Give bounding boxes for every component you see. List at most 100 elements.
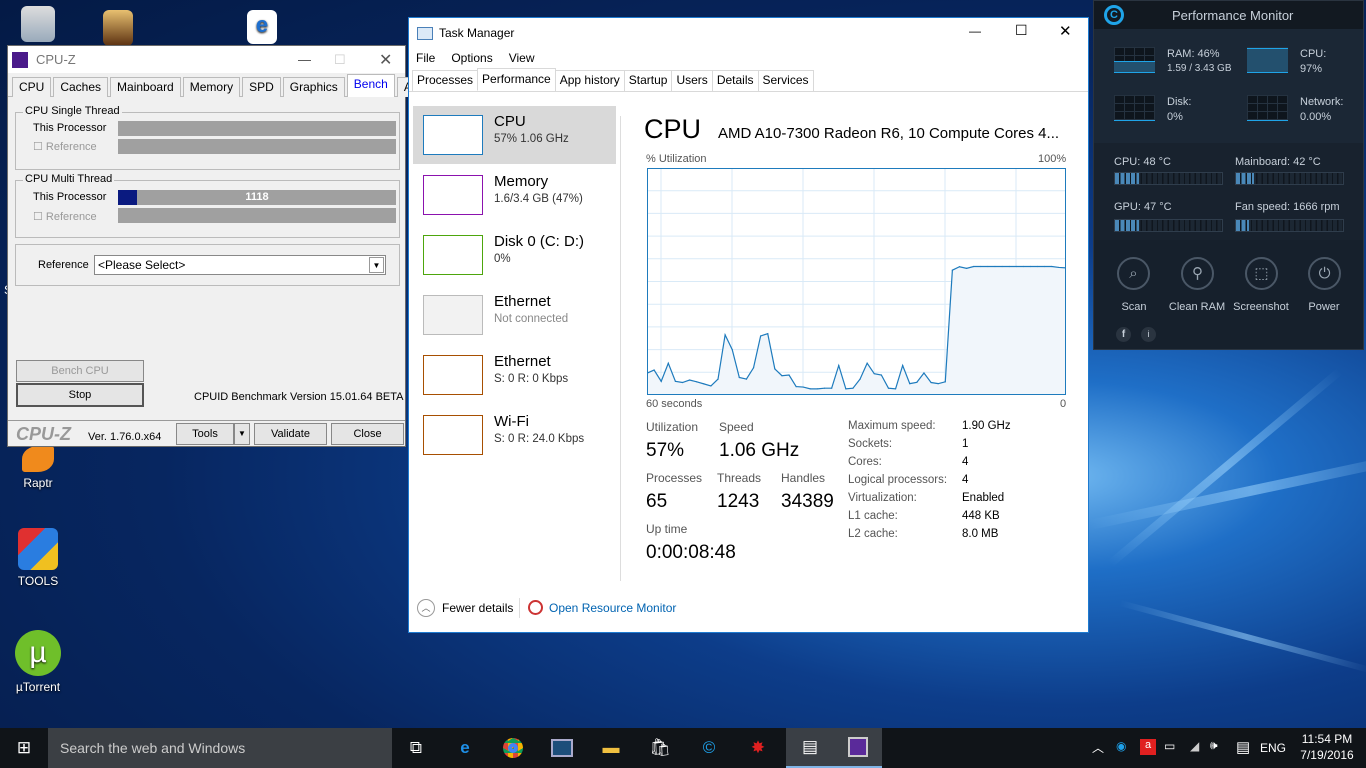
resource-item-ethernet[interactable]: Ethernet S: 0 R: 0 Kbps	[413, 346, 616, 404]
open-resource-monitor-link[interactable]: Open Resource Monitor	[549, 601, 676, 615]
facebook-icon[interactable]: f	[1116, 327, 1131, 342]
tab-app-history[interactable]: App history	[554, 70, 625, 91]
chevron-up-icon[interactable]: ︿	[417, 599, 435, 617]
close-button[interactable]: ✕	[379, 50, 392, 70]
tab-memory[interactable]: Memory	[182, 77, 241, 97]
language-indicator[interactable]: ENG	[1260, 741, 1286, 755]
data-point	[937, 383, 939, 385]
scan-button[interactable]: Scan	[1099, 301, 1169, 313]
tab-details[interactable]: Details	[711, 70, 759, 91]
data-point	[980, 265, 982, 268]
spec-label: Virtualization:	[848, 492, 917, 504]
show-hidden-icons-chevron[interactable]: ︿	[1092, 739, 1104, 756]
volume-icon[interactable]: 🕪	[1210, 738, 1218, 753]
reference-checkbox[interactable]: ☐ Reference	[33, 140, 97, 153]
resource-item-cpu[interactable]: CPU 57% 1.06 GHz	[413, 106, 616, 164]
tools-folder-icon[interactable]: TOOLS	[0, 528, 76, 588]
tab-spd[interactable]: SPD	[242, 77, 281, 97]
scan-icon[interactable]: ⌕	[1117, 257, 1150, 290]
resource-name: Ethernet	[494, 293, 551, 310]
data-point	[873, 373, 875, 375]
resource-item-memory[interactable]: Memory 1.6/3.4 GB (47%)	[413, 166, 616, 224]
cpuz-titlebar[interactable]: CPU-Z — ☐ ✕	[8, 46, 405, 73]
data-point	[958, 266, 961, 268]
data-point	[831, 387, 833, 389]
validate-button[interactable]: Validate	[254, 423, 327, 445]
single-thread-group: CPU Single Thread This Processor ☐ Refer…	[15, 105, 400, 170]
tab-caches[interactable]: Caches	[53, 77, 109, 97]
resource-item-wi-fi[interactable]: Wi-Fi S: 0 R: 24.0 Kbps	[413, 406, 616, 464]
clean-ram-button[interactable]: Clean RAM	[1162, 301, 1232, 313]
task-manager-taskbar-icon[interactable]: ▤	[786, 728, 834, 768]
broom-icon[interactable]: ⚲	[1181, 257, 1214, 290]
multi-this-bar: 1118	[118, 190, 396, 205]
data-point	[1058, 266, 1060, 269]
tab-mainboard[interactable]: Mainboard	[110, 77, 181, 97]
screenshot-button[interactable]: Screenshot	[1226, 301, 1296, 313]
menu-bar: File Options View	[409, 48, 1088, 68]
tab-bench[interactable]: Bench	[346, 74, 395, 97]
media-app-icon[interactable]	[538, 728, 586, 768]
task-view-icon[interactable]: ⧉	[392, 728, 440, 768]
spec-label: L2 cache:	[848, 528, 898, 540]
tab-users[interactable]: Users	[671, 70, 713, 91]
raptr-icon[interactable]: Raptr	[0, 446, 76, 490]
tab-processes[interactable]: Processes	[412, 70, 479, 91]
close-button[interactable]: ✕	[1059, 22, 1072, 40]
utorrent-icon[interactable]: µ µTorrent	[0, 630, 76, 694]
reference-select[interactable]: <Please Select> ▼	[94, 255, 386, 275]
menu-view[interactable]: View	[509, 51, 535, 65]
resource-item-ethernet[interactable]: Ethernet Not connected	[413, 286, 616, 344]
power-icon[interactable]: ⏻	[1308, 257, 1341, 290]
resource-item-disk-0-c-d-[interactable]: Disk 0 (C: D:) 0%	[413, 226, 616, 284]
chevron-down-icon: ▼	[369, 257, 384, 273]
desktop-icon-label: TOOLS	[17, 574, 59, 588]
fewer-details-link[interactable]: Fewer details	[442, 601, 513, 615]
maximize-button[interactable]: ☐	[1015, 22, 1028, 39]
info-icon[interactable]: i	[1141, 327, 1156, 342]
minimize-button[interactable]: —	[969, 24, 981, 38]
stop-button[interactable]: Stop	[16, 383, 144, 407]
tab-graphics[interactable]: Graphics	[282, 77, 345, 97]
pm-titlebar[interactable]: C Performance Monitor	[1094, 1, 1363, 29]
recycle-bin-icon[interactable]	[0, 6, 76, 46]
avira-icon[interactable]: a	[1140, 739, 1156, 755]
tools-dropdown-icon[interactable]: ▼	[234, 423, 250, 445]
action-center-icon[interactable]: ▤	[1236, 738, 1250, 756]
ccleaner-icon[interactable]: ©	[685, 728, 733, 768]
cpu-label: CPU:	[1300, 48, 1327, 60]
ccleaner-tray-icon[interactable]: ◉	[1116, 739, 1126, 753]
menu-file[interactable]: File	[416, 51, 435, 65]
wifi-icon[interactable]: ◢	[1190, 739, 1199, 753]
tab-cpu[interactable]: CPU	[12, 77, 52, 97]
close-cpuz-button[interactable]: Close	[331, 423, 404, 445]
picture-file-icon[interactable]	[80, 10, 156, 50]
power-button[interactable]: Power	[1289, 301, 1359, 313]
reference-checkbox[interactable]: ☐ Reference	[33, 210, 97, 223]
tab-startup[interactable]: Startup	[623, 70, 673, 91]
tm-titlebar[interactable]: Task Manager — ☐ ✕	[409, 18, 1088, 48]
edge-icon[interactable]: e	[441, 728, 489, 768]
battery-icon[interactable]: ▭	[1164, 739, 1175, 753]
data-point	[944, 381, 946, 383]
cpu-area	[647, 266, 1066, 395]
data-point	[994, 265, 996, 268]
file-explorer-icon[interactable]: ▬	[587, 728, 635, 768]
multi-score: 1118	[245, 191, 269, 203]
minimize-button[interactable]: —	[298, 52, 311, 67]
network-label: Network:	[1300, 96, 1344, 108]
data-point	[752, 367, 755, 369]
menu-options[interactable]: Options	[451, 51, 492, 65]
handles-value: 34389	[781, 491, 834, 512]
cpuz-taskbar-icon[interactable]	[834, 728, 882, 768]
tab-performance[interactable]: Performance	[477, 68, 556, 91]
tools-button[interactable]: Tools	[176, 423, 234, 445]
clock[interactable]: 11:54 PM 7/19/2016	[1296, 731, 1358, 763]
search-box[interactable]: Search the web and Windows	[48, 728, 392, 768]
red-app-icon[interactable]: ✸	[734, 728, 782, 768]
chrome-icon[interactable]	[489, 728, 537, 768]
store-icon[interactable]: 🛍	[636, 728, 684, 768]
screenshot-icon[interactable]: ⬚	[1245, 257, 1278, 290]
tab-services[interactable]: Services	[757, 70, 814, 91]
start-windows-icon[interactable]: ⊞	[0, 728, 48, 768]
